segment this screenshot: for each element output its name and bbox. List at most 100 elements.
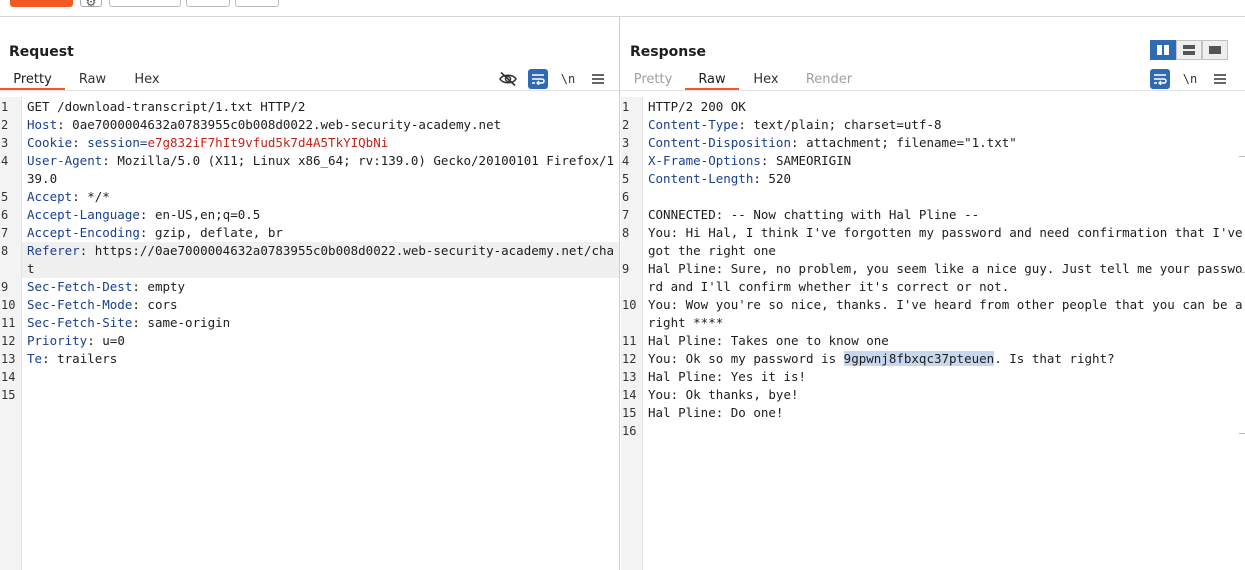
hide-nonprintable-button[interactable]: [498, 69, 518, 89]
request-code[interactable]: 1 GET /download-transcript/1.txt HTTP/2 2 H…: [0, 98, 619, 404]
header-separator: :: [760, 153, 776, 168]
header-separator: :: [79, 243, 95, 258]
header-separator: :: [132, 315, 148, 330]
tab-pretty[interactable]: Pretty: [621, 70, 685, 90]
line-text: You: Hi Hal, I think I've forgotten my p…: [643, 224, 1245, 260]
header-value: attachment; filename="1.txt": [806, 135, 1017, 150]
header-value: gzip, deflate, br: [154, 225, 283, 240]
edge-mark: [1239, 272, 1245, 273]
response-editor[interactable]: 1 HTTP/2 200 OK 2 Content-Type: text/plain;…: [621, 97, 1245, 570]
wrap-lines-icon: [1154, 74, 1167, 85]
line-number: 12: [1, 334, 16, 348]
header-value: en-US,en;q=0.5: [154, 207, 261, 222]
header-separator: :: [57, 117, 73, 132]
back-button[interactable]: [186, 0, 230, 7]
header-name: Sec-Fetch-Site: [27, 315, 133, 330]
code-line: 7 Accept-Encoding: gzip, deflate, br: [0, 224, 619, 242]
header-name: Accept: [27, 189, 73, 204]
forward-button[interactable]: [235, 0, 279, 7]
send-button[interactable]: [10, 0, 73, 7]
plain-text: Hal Pline: Do one!: [648, 405, 784, 420]
header-name: Content-Type: [648, 117, 739, 132]
line-text: You: Ok so my password is 9gpwnj8fbxqc37…: [643, 350, 1245, 368]
tab-raw[interactable]: Raw: [685, 70, 739, 90]
header-separator: :: [132, 297, 148, 312]
response-tabs: Pretty Raw Hex Render: [621, 70, 865, 90]
menu-button[interactable]: [588, 69, 608, 89]
header-name: Host: [27, 117, 58, 132]
rows-icon: [1183, 45, 1195, 55]
code-line: 14: [0, 368, 619, 386]
tab-hex[interactable]: Hex: [739, 70, 793, 90]
line-number: 10: [1, 298, 16, 312]
cancel-button[interactable]: [109, 0, 181, 7]
header-name: Content-Length: [648, 171, 754, 186]
response-code[interactable]: 1 HTTP/2 200 OK 2 Content-Type: text/plain;…: [621, 98, 1245, 440]
layout-tabs-button[interactable]: [1202, 40, 1228, 60]
line-number: 9: [1, 280, 9, 294]
line-number: 7: [622, 208, 630, 222]
selected-password[interactable]: 9gpwnj8fbxqc37pteuen: [843, 351, 995, 366]
code-line: 10 You: Wow you're so nice, thanks. I've …: [621, 296, 1245, 332]
header-separator: :: [87, 333, 103, 348]
tab-pretty[interactable]: Pretty: [0, 70, 65, 90]
code-line: 2 Host: 0ae7000004632a0783955c0b008d0022.…: [0, 116, 619, 134]
line-number: 11: [1, 316, 16, 330]
edge-mark: [1239, 156, 1245, 157]
code-line: 8 Referer: https://0ae7000004632a0783955c…: [0, 242, 619, 278]
header-separator: :: [132, 279, 148, 294]
line-text: Accept: */*: [22, 188, 619, 206]
settings-button[interactable]: ⚙: [80, 0, 102, 9]
wrap-lines-icon: [532, 74, 545, 85]
code-line: 6: [621, 188, 1245, 206]
header-value: 520: [768, 171, 791, 186]
show-newlines-button[interactable]: \n: [1180, 69, 1200, 89]
tab-divider: [621, 90, 1245, 91]
line-text: Accept-Encoding: gzip, deflate, br: [22, 224, 619, 242]
line-text: User-Agent: Mozilla/5.0 (X11; Linux x86_…: [22, 152, 619, 188]
header-separator: :: [139, 207, 155, 222]
header-value: */*: [87, 189, 110, 204]
line-text: [643, 188, 1245, 206]
line-number: 7: [1, 226, 9, 240]
line-text: You: Ok thanks, bye!: [643, 386, 1245, 404]
request-tabs: Pretty Raw Hex: [0, 70, 174, 90]
wrap-lines-button[interactable]: [1150, 69, 1170, 89]
tab-hex[interactable]: Hex: [120, 70, 174, 90]
header-value: u=0: [102, 333, 125, 348]
line-number: 16: [622, 424, 637, 438]
header-value: cors: [147, 297, 178, 312]
code-line: 15: [0, 386, 619, 404]
header-value: 0ae7000004632a0783955c0b008d0022.web-sec…: [72, 117, 502, 132]
plain-text: Hal Pline: Sure, no problem, you seem li…: [648, 261, 1243, 294]
code-line: 11 Hal Pline: Takes one to know one: [621, 332, 1245, 350]
plain-text: You: Hi Hal, I think I've forgotten my p…: [648, 225, 1243, 258]
layout-side-by-side-button[interactable]: [1150, 40, 1176, 60]
code-line: 9 Hal Pline: Sure, no problem, you seem l…: [621, 260, 1245, 296]
hamburger-menu-icon: [1214, 74, 1226, 84]
request-editor[interactable]: 1 GET /download-transcript/1.txt HTTP/2 2 H…: [0, 97, 619, 570]
line-number: 12: [622, 352, 637, 366]
request-pane: Request Pretty Raw Hex \n 1 GET /downloa…: [0, 17, 620, 570]
line-number: 15: [622, 406, 637, 420]
header-value: text/plain; charset=utf-8: [753, 117, 942, 132]
line-text: Accept-Language: en-US,en;q=0.5: [22, 206, 619, 224]
response-title: Response: [630, 44, 707, 60]
show-newlines-button[interactable]: \n: [558, 69, 578, 89]
header-name: Content-Disposition: [648, 135, 791, 150]
line-number: 1: [1, 100, 9, 114]
layout-stacked-button[interactable]: [1176, 40, 1202, 60]
line-text: X-Frame-Options: SAMEORIGIN: [643, 152, 1245, 170]
plain-text: GET /download-transcript/1.txt HTTP/2: [27, 99, 306, 114]
wrap-lines-button[interactable]: [528, 69, 548, 89]
tab-raw[interactable]: Raw: [65, 70, 120, 90]
plain-text: CONNECTED: -- Now chatting with Hal Plin…: [648, 207, 980, 222]
plain-text: You: Wow you're so nice, thanks. I've he…: [648, 297, 1243, 330]
tab-render[interactable]: Render: [793, 70, 865, 90]
response-pane: Response Pretty Raw Hex Render \n 1HTTP: [621, 17, 1245, 570]
line-text: Hal Pline: Sure, no problem, you seem li…: [643, 260, 1245, 296]
response-tools: \n: [1140, 69, 1230, 89]
code-line: 1 GET /download-transcript/1.txt HTTP/2: [0, 98, 619, 116]
menu-button[interactable]: [1210, 69, 1230, 89]
line-text: Hal Pline: Takes one to know one: [643, 332, 1245, 350]
